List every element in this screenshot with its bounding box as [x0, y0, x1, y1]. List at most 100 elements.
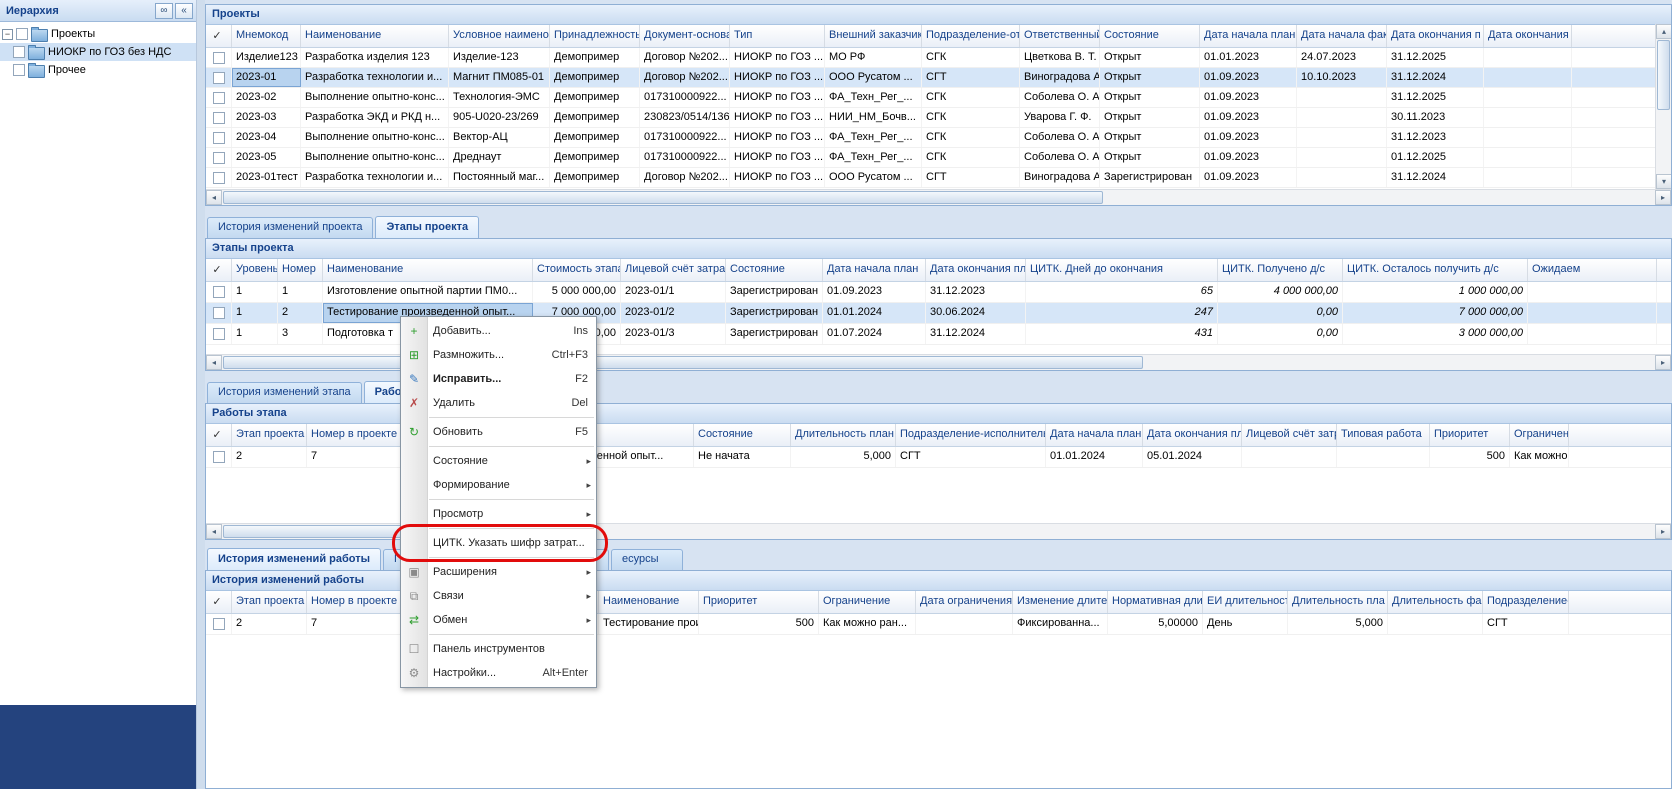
column-header[interactable]: Дата окончания	[1484, 25, 1572, 47]
row-checkbox[interactable]	[213, 618, 225, 630]
column-header[interactable]: Этап проекта	[232, 591, 307, 613]
tab[interactable]: Этапы проекта	[375, 216, 479, 238]
column-header[interactable]: Наименование	[323, 259, 533, 281]
tree-checkbox[interactable]	[13, 64, 25, 76]
column-header[interactable]: ЕИ длительности	[1203, 591, 1288, 613]
check-column-header[interactable]: ✓	[206, 25, 232, 47]
collapse-sidebar-button[interactable]: «	[175, 3, 193, 19]
column-header[interactable]: Подразделение-и	[1483, 591, 1569, 613]
scroll-left-icon[interactable]: ◂	[206, 524, 222, 539]
table-row[interactable]: 2023-02Выполнение опытно-конс...Технолог…	[206, 88, 1655, 108]
tab[interactable]: есурсы	[611, 549, 683, 570]
column-header[interactable]: Уровень	[232, 259, 278, 281]
column-header[interactable]: Состояние	[694, 424, 791, 446]
menu-item[interactable]: ✗УдалитьDel	[401, 391, 596, 415]
scroll-right-icon[interactable]: ▸	[1655, 524, 1671, 539]
tab[interactable]: История изменений этапа	[207, 382, 362, 403]
table-row[interactable]: 2023-01тестРазработка технологии и...Пос…	[206, 168, 1655, 188]
row-checkbox[interactable]	[213, 132, 225, 144]
column-header[interactable]: Дата начала план	[823, 259, 926, 281]
tree-checkbox[interactable]	[16, 28, 28, 40]
column-header[interactable]: Лицевой счёт затр	[1242, 424, 1337, 446]
menu-item[interactable]: ☐Панель инструментов	[401, 637, 596, 661]
row-checkbox[interactable]	[213, 286, 225, 298]
scroll-left-icon[interactable]: ◂	[206, 190, 222, 205]
menu-item[interactable]: ✎Исправить...F2	[401, 367, 596, 391]
column-header[interactable]: Дата начала план.	[1046, 424, 1143, 446]
menu-item[interactable]: ⊞Размножить...Ctrl+F3	[401, 343, 596, 367]
column-header[interactable]: Дата ограничения	[916, 591, 1013, 613]
column-header[interactable]: Внешний заказчик	[825, 25, 922, 47]
menu-item[interactable]: ЦИТК. Указать шифр затрат...	[401, 531, 596, 555]
column-header[interactable]: Условное наименова	[449, 25, 550, 47]
column-header[interactable]: Длительность пла	[1288, 591, 1388, 613]
tab[interactable]: История изменений проекта	[207, 217, 373, 238]
menu-item[interactable]: ⧉Связи▸	[401, 584, 596, 608]
column-header[interactable]: Состояние	[1100, 25, 1200, 47]
column-header[interactable]: Состояние	[726, 259, 823, 281]
column-header[interactable]: Дата начала план.	[1200, 25, 1297, 47]
table-row[interactable]: 2023-04Выполнение опытно-конс...Вектор-А…	[206, 128, 1655, 148]
menu-item[interactable]: ↻ОбновитьF5	[401, 420, 596, 444]
check-column-header[interactable]: ✓	[206, 259, 232, 281]
table-row[interactable]: 2023-01Разработка технологии и...Магнит …	[206, 68, 1655, 88]
row-checkbox[interactable]	[213, 307, 225, 319]
column-header[interactable]: Длительность фак	[1388, 591, 1483, 613]
row-checkbox[interactable]	[213, 52, 225, 64]
column-header[interactable]: Дата начала факт	[1297, 25, 1387, 47]
column-header[interactable]: Мнемокод	[232, 25, 301, 47]
column-header[interactable]: Подразделение-исполнитель.	[896, 424, 1046, 446]
menu-item[interactable]: Состояние▸	[401, 449, 596, 473]
column-header[interactable]: Дата окончания план	[1143, 424, 1242, 446]
column-header[interactable]: Подразделение-от	[922, 25, 1020, 47]
column-header[interactable]: Ответственный	[1020, 25, 1100, 47]
scroll-right-icon[interactable]: ▸	[1655, 355, 1671, 370]
column-header[interactable]: Приоритет	[1430, 424, 1510, 446]
row-checkbox[interactable]	[213, 172, 225, 184]
column-header[interactable]: Ожидаем	[1528, 259, 1657, 281]
tab[interactable]: История изменений работы	[207, 548, 381, 570]
row-checkbox[interactable]	[213, 152, 225, 164]
column-header[interactable]: Стоимость этапа	[533, 259, 621, 281]
menu-item[interactable]: ⚙Настройки...Alt+Enter	[401, 661, 596, 685]
column-header[interactable]: Лицевой счёт затрат.	[621, 259, 726, 281]
menu-item[interactable]: Формирование▸	[401, 473, 596, 497]
tree-item[interactable]: Прочее	[0, 61, 196, 79]
table-row[interactable]: Изделие123Разработка изделия 123Изделие-…	[206, 48, 1655, 68]
row-checkbox[interactable]	[213, 72, 225, 84]
menu-item[interactable]: ▣Расширения▸	[401, 560, 596, 584]
binoculars-icon[interactable]: ∞	[155, 3, 173, 19]
projects-horizontal-scrollbar[interactable]: ◂ ▸	[206, 189, 1671, 205]
horizontal-scroll-thumb[interactable]	[223, 356, 1143, 369]
sidebar-splitter[interactable]	[197, 0, 205, 789]
tree-item[interactable]: НИОКР по ГОЗ без НДС	[0, 43, 196, 61]
column-header[interactable]: Ограничение	[1510, 424, 1569, 446]
table-row[interactable]: 11Изготовление опытной партии ПМ0...5 00…	[206, 282, 1671, 303]
column-header[interactable]: Ограничение	[819, 591, 916, 613]
row-checkbox[interactable]	[213, 112, 225, 124]
column-header[interactable]: Наименование	[599, 591, 699, 613]
column-header[interactable]: Дата окончания план	[926, 259, 1026, 281]
column-header[interactable]: Нормативная длит	[1108, 591, 1203, 613]
vertical-scroll-thumb[interactable]	[1657, 40, 1670, 110]
column-header[interactable]: Дата окончания п	[1387, 25, 1484, 47]
table-row[interactable]: 2023-03Разработка ЭКД и РКД н...905-U020…	[206, 108, 1655, 128]
column-header[interactable]: Приоритет	[699, 591, 819, 613]
row-checkbox[interactable]	[213, 328, 225, 340]
menu-item[interactable]: +Добавить...Ins	[401, 319, 596, 343]
row-checkbox[interactable]	[213, 451, 225, 463]
projects-vertical-scrollbar[interactable]: ▴ ▾	[1655, 24, 1671, 189]
column-header[interactable]: Номер	[278, 259, 323, 281]
column-header[interactable]: Типовая работа	[1337, 424, 1430, 446]
column-header[interactable]: Этап проекта	[232, 424, 307, 446]
scroll-down-icon[interactable]: ▾	[1656, 174, 1672, 189]
column-header[interactable]: Документ-основан	[640, 25, 730, 47]
menu-item[interactable]: ⇄Обмен▸	[401, 608, 596, 632]
row-checkbox[interactable]	[213, 92, 225, 104]
scroll-right-icon[interactable]: ▸	[1655, 190, 1671, 205]
collapse-node-icon[interactable]: −	[2, 29, 13, 40]
check-column-header[interactable]: ✓	[206, 424, 232, 446]
menu-item[interactable]: Просмотр▸	[401, 502, 596, 526]
column-header[interactable]: ЦИТК. Осталось получить д/с	[1343, 259, 1528, 281]
scroll-up-icon[interactable]: ▴	[1656, 24, 1672, 39]
